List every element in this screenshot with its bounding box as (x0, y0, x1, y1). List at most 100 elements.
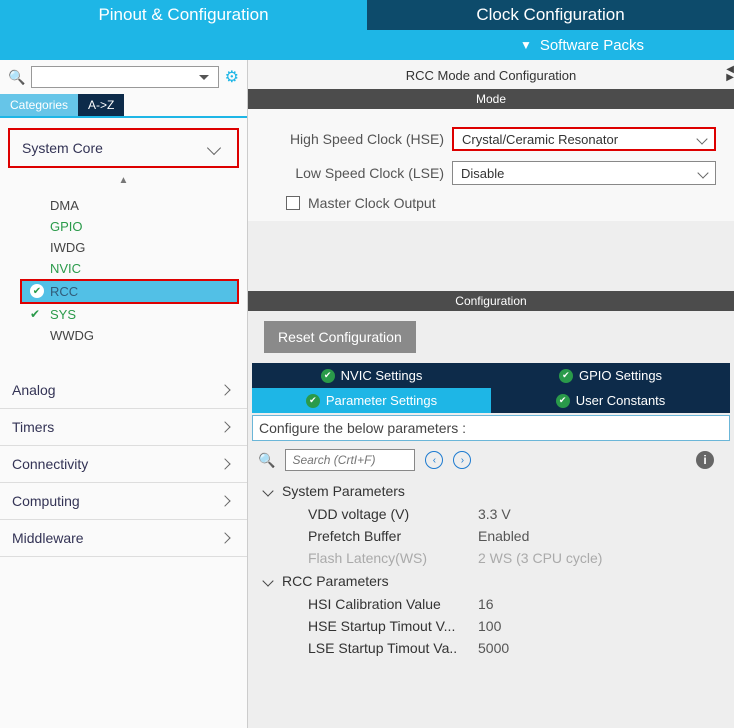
hse-select[interactable]: Crystal/Ceramic Resonator (452, 127, 716, 151)
chevron-right-icon (219, 532, 230, 543)
param-value: Enabled (478, 528, 529, 544)
param-value: 16 (478, 596, 494, 612)
tree-item-nvic[interactable]: NVIC (20, 258, 239, 279)
param-label: VDD voltage (V) (308, 506, 478, 522)
tab-categories[interactable]: Categories (0, 94, 78, 116)
category-computing[interactable]: Computing (0, 483, 247, 520)
chevron-down-icon (262, 485, 273, 496)
category-middleware[interactable]: Middleware (0, 520, 247, 557)
dropdown-arrow-icon[interactable] (199, 75, 209, 80)
group-rcc-parameters[interactable]: RCC Parameters (260, 569, 722, 593)
chevron-right-icon (219, 384, 230, 395)
category-connectivity[interactable]: Connectivity (0, 446, 247, 483)
param-row[interactable]: Prefetch Buffer Enabled (260, 525, 722, 547)
category-label: Computing (12, 493, 80, 509)
chevron-down-icon (262, 575, 273, 586)
tree-item-gpio[interactable]: GPIO (20, 216, 239, 237)
tab-user-constants[interactable]: ✔ User Constants (491, 388, 730, 413)
search-icon: 🔍 (258, 452, 275, 469)
category-analog[interactable]: Analog (0, 372, 247, 409)
mode-section-bar: Mode (248, 89, 734, 109)
check-icon: ✔ (321, 369, 335, 383)
sidebar-search-input[interactable] (31, 66, 218, 88)
chevron-right-icon (219, 458, 230, 469)
check-icon: ✔ (559, 369, 573, 383)
group-label: System Parameters (282, 483, 405, 499)
tab-gpio-settings[interactable]: ✔ GPIO Settings (491, 363, 730, 388)
group-system-parameters[interactable]: System Parameters (260, 479, 722, 503)
hse-label: High Speed Clock (HSE) (266, 131, 448, 147)
category-label: Connectivity (12, 456, 88, 472)
param-value: 2 WS (3 CPU cycle) (478, 550, 602, 566)
content-panel: ◀▶ RCC Mode and Configuration Mode High … (248, 60, 734, 728)
param-label: LSE Startup Timout Va.. (308, 640, 478, 656)
check-icon: ✔ (30, 307, 40, 321)
param-value: 3.3 V (478, 506, 511, 522)
tab-nvic-settings[interactable]: ✔ NVIC Settings (252, 363, 491, 388)
next-button[interactable]: › (453, 451, 471, 469)
param-row[interactable]: HSE Startup Timout V... 100 (260, 615, 722, 637)
parameter-search-input[interactable] (285, 449, 415, 471)
tree-item-wwdg[interactable]: WWDG (20, 325, 239, 346)
master-clock-checkbox[interactable] (286, 196, 300, 210)
tree-item-iwdg[interactable]: IWDG (20, 237, 239, 258)
param-label: Flash Latency(WS) (308, 550, 478, 566)
tree-item-label: SYS (50, 307, 76, 322)
category-label: Timers (12, 419, 54, 435)
tree-item-label: RCC (50, 284, 78, 299)
param-label: HSI Calibration Value (308, 596, 478, 612)
gear-icon[interactable]: ⚙ (225, 67, 239, 87)
chevron-down-icon: ▼ (520, 38, 532, 52)
search-icon: 🔍 (8, 69, 25, 86)
chevron-right-icon (219, 495, 230, 506)
param-row: Flash Latency(WS) 2 WS (3 CPU cycle) (260, 547, 722, 569)
lse-select[interactable]: Disable (452, 161, 716, 185)
page-title: RCC Mode and Configuration (248, 60, 734, 89)
chevron-right-icon (219, 421, 230, 432)
lse-label: Low Speed Clock (LSE) (266, 165, 448, 181)
category-timers[interactable]: Timers (0, 409, 247, 446)
configuration-section-bar: Configuration (248, 291, 734, 311)
category-label: System Core (22, 140, 103, 156)
category-label: Analog (12, 382, 56, 398)
tab-a-z[interactable]: A->Z (78, 94, 124, 116)
tab-label: Parameter Settings (326, 393, 437, 408)
tree-item-rcc[interactable]: ✔ RCC (20, 279, 239, 304)
param-row[interactable]: VDD voltage (V) 3.3 V (260, 503, 722, 525)
check-icon: ✔ (30, 284, 44, 298)
category-label: Middleware (12, 530, 84, 546)
chevron-down-icon (207, 141, 221, 155)
check-icon: ✔ (306, 394, 320, 408)
tab-parameter-settings[interactable]: ✔ Parameter Settings (252, 388, 491, 413)
category-system-core[interactable]: System Core (8, 128, 239, 168)
system-core-tree: DMA GPIO IWDG NVIC ✔ RCC ✔ SYS WWDG (0, 189, 247, 352)
tree-item-dma[interactable]: DMA (20, 195, 239, 216)
group-label: RCC Parameters (282, 573, 389, 589)
tab-clock[interactable]: Clock Configuration (367, 0, 734, 30)
chevron-down-icon (697, 167, 708, 178)
master-clock-label: Master Clock Output (308, 195, 436, 211)
tree-item-sys[interactable]: ✔ SYS (20, 304, 239, 325)
splitter-handle[interactable]: ▲ (0, 172, 247, 189)
reset-configuration-button[interactable]: Reset Configuration (264, 321, 416, 353)
param-value: 100 (478, 618, 501, 634)
tab-pinout[interactable]: Pinout & Configuration (0, 0, 367, 30)
param-value: 5000 (478, 640, 509, 656)
param-row[interactable]: HSI Calibration Value 16 (260, 593, 722, 615)
lse-value: Disable (461, 166, 504, 181)
param-label: Prefetch Buffer (308, 528, 478, 544)
param-label: HSE Startup Timout V... (308, 618, 478, 634)
hse-value: Crystal/Ceramic Resonator (462, 132, 618, 147)
info-icon[interactable]: i (696, 451, 714, 469)
tab-label: User Constants (576, 393, 666, 408)
chevron-down-icon (696, 133, 707, 144)
check-icon: ✔ (556, 394, 570, 408)
tab-label: NVIC Settings (341, 368, 423, 383)
tab-label: GPIO Settings (579, 368, 662, 383)
collapse-handle[interactable]: ◀▶ (726, 66, 734, 82)
sidebar: 🔍 ⚙ Categories A->Z System Core ▲ DMA GP… (0, 60, 248, 728)
prev-button[interactable]: ‹ (425, 451, 443, 469)
software-packs-bar[interactable]: ▼ Software Packs (0, 30, 734, 60)
parameter-description: Configure the below parameters : (252, 415, 730, 441)
param-row[interactable]: LSE Startup Timout Va.. 5000 (260, 637, 722, 659)
